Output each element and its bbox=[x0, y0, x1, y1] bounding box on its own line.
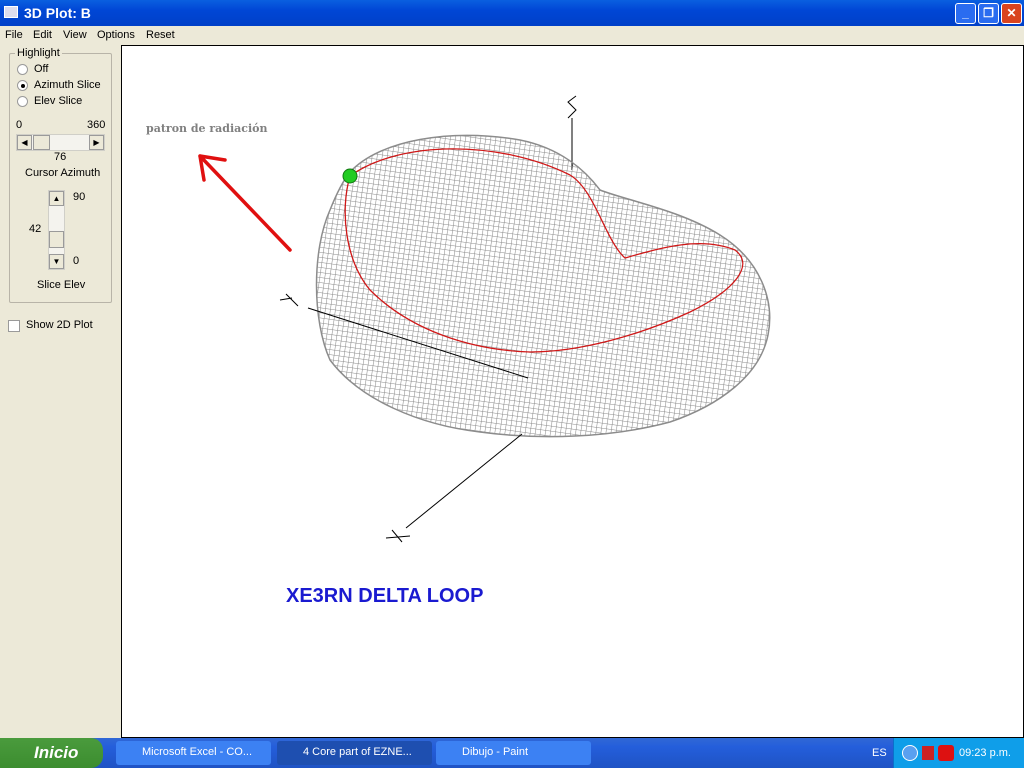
z-axis bbox=[567, 95, 577, 170]
menu-options[interactable]: Options bbox=[97, 29, 135, 41]
radio-elev-label[interactable]: Elev Slice bbox=[34, 95, 82, 107]
azimuth-value: 76 bbox=[54, 151, 67, 163]
annotation-arrow bbox=[198, 154, 292, 252]
start-button[interactable]: Inicio bbox=[0, 738, 103, 768]
show-2d-label[interactable]: Show 2D Plot bbox=[26, 319, 93, 331]
azimuth-max: 360 bbox=[87, 119, 106, 131]
show-2d-checkbox[interactable] bbox=[8, 320, 20, 332]
menu-file[interactable]: File bbox=[5, 29, 23, 41]
scroll-right-icon[interactable]: ▶ bbox=[89, 135, 104, 150]
z-axis-label bbox=[567, 95, 577, 119]
language-indicator[interactable]: ES bbox=[872, 747, 887, 759]
azimuth-label: Cursor Azimuth bbox=[25, 167, 101, 179]
task-eznec-label: 4 Core part of EZNE... bbox=[303, 746, 412, 758]
annotation-text: patron de radiación bbox=[146, 122, 268, 135]
x-axis-label bbox=[279, 293, 299, 307]
elevation-min: 0 bbox=[73, 255, 80, 267]
azimuth-scrollbar[interactable]: ◀ ▶ bbox=[16, 134, 105, 151]
system-tray: 09:23 p.m. bbox=[893, 738, 1024, 768]
scroll-down-icon[interactable]: ▼ bbox=[49, 254, 64, 269]
maximize-button[interactable]: ❐ bbox=[978, 3, 999, 24]
elevation-thumb[interactable] bbox=[49, 231, 64, 248]
taskbar: Inicio Microsoft Excel - CO... 4 Core pa… bbox=[0, 738, 1024, 768]
radio-elev-slice[interactable] bbox=[17, 96, 28, 107]
plot-caption: XE3RN DELTA LOOP bbox=[286, 585, 484, 607]
cursor-marker[interactable] bbox=[342, 168, 358, 184]
radio-off-label[interactable]: Off bbox=[34, 63, 48, 75]
start-label: Inicio bbox=[34, 743, 79, 762]
scroll-up-icon[interactable]: ▲ bbox=[49, 191, 64, 206]
highlight-label: Highlight bbox=[17, 47, 60, 59]
task-excel[interactable]: Microsoft Excel - CO... bbox=[116, 741, 271, 765]
menu-view[interactable]: View bbox=[63, 29, 87, 41]
clock[interactable]: 09:23 p.m. bbox=[959, 747, 1011, 759]
scroll-left-icon[interactable]: ◀ bbox=[17, 135, 32, 150]
security-shield-icon[interactable] bbox=[922, 746, 934, 760]
menu-bar: File Edit View Options Reset bbox=[0, 26, 1024, 44]
task-paint-label: Dibujo - Paint bbox=[462, 746, 529, 758]
radio-azimuth-label[interactable]: Azimuth Slice bbox=[34, 79, 101, 91]
task-eznec[interactable]: 4 Core part of EZNE... bbox=[277, 741, 432, 765]
tray-expand-icon[interactable] bbox=[902, 745, 918, 761]
menu-edit[interactable]: Edit bbox=[33, 29, 52, 41]
y-axis bbox=[405, 433, 523, 529]
app-icon bbox=[4, 6, 18, 18]
close-button[interactable]: ✕ bbox=[1001, 3, 1022, 24]
radiation-pattern-mesh bbox=[315, 134, 771, 438]
radio-azimuth-slice[interactable] bbox=[17, 80, 28, 91]
window-title: 3D Plot: B bbox=[24, 5, 91, 21]
title-bar: 3D Plot: B _ ❐ ✕ bbox=[0, 0, 1024, 26]
menu-reset[interactable]: Reset bbox=[146, 29, 175, 41]
elevation-label: Slice Elev bbox=[37, 279, 86, 291]
control-panel: Highlight Off Azimuth Slice Elev Slice 0… bbox=[0, 44, 121, 738]
elevation-scrollbar[interactable]: ▲ ▼ bbox=[48, 190, 65, 270]
task-paint[interactable]: Dibujo - Paint bbox=[436, 741, 591, 765]
antivirus-icon[interactable] bbox=[938, 745, 954, 761]
task-excel-label: Microsoft Excel - CO... bbox=[142, 746, 253, 758]
elevation-max: 90 bbox=[73, 191, 86, 203]
plot-canvas[interactable]: patron de radiación XE3RN DELTA LOOP bbox=[121, 45, 1024, 738]
azimuth-thumb[interactable] bbox=[33, 135, 50, 150]
minimize-button[interactable]: _ bbox=[955, 3, 976, 24]
elevation-value: 42 bbox=[29, 223, 42, 235]
radio-off[interactable] bbox=[17, 64, 28, 75]
y-axis-label bbox=[385, 529, 411, 543]
azimuth-min: 0 bbox=[16, 119, 23, 131]
